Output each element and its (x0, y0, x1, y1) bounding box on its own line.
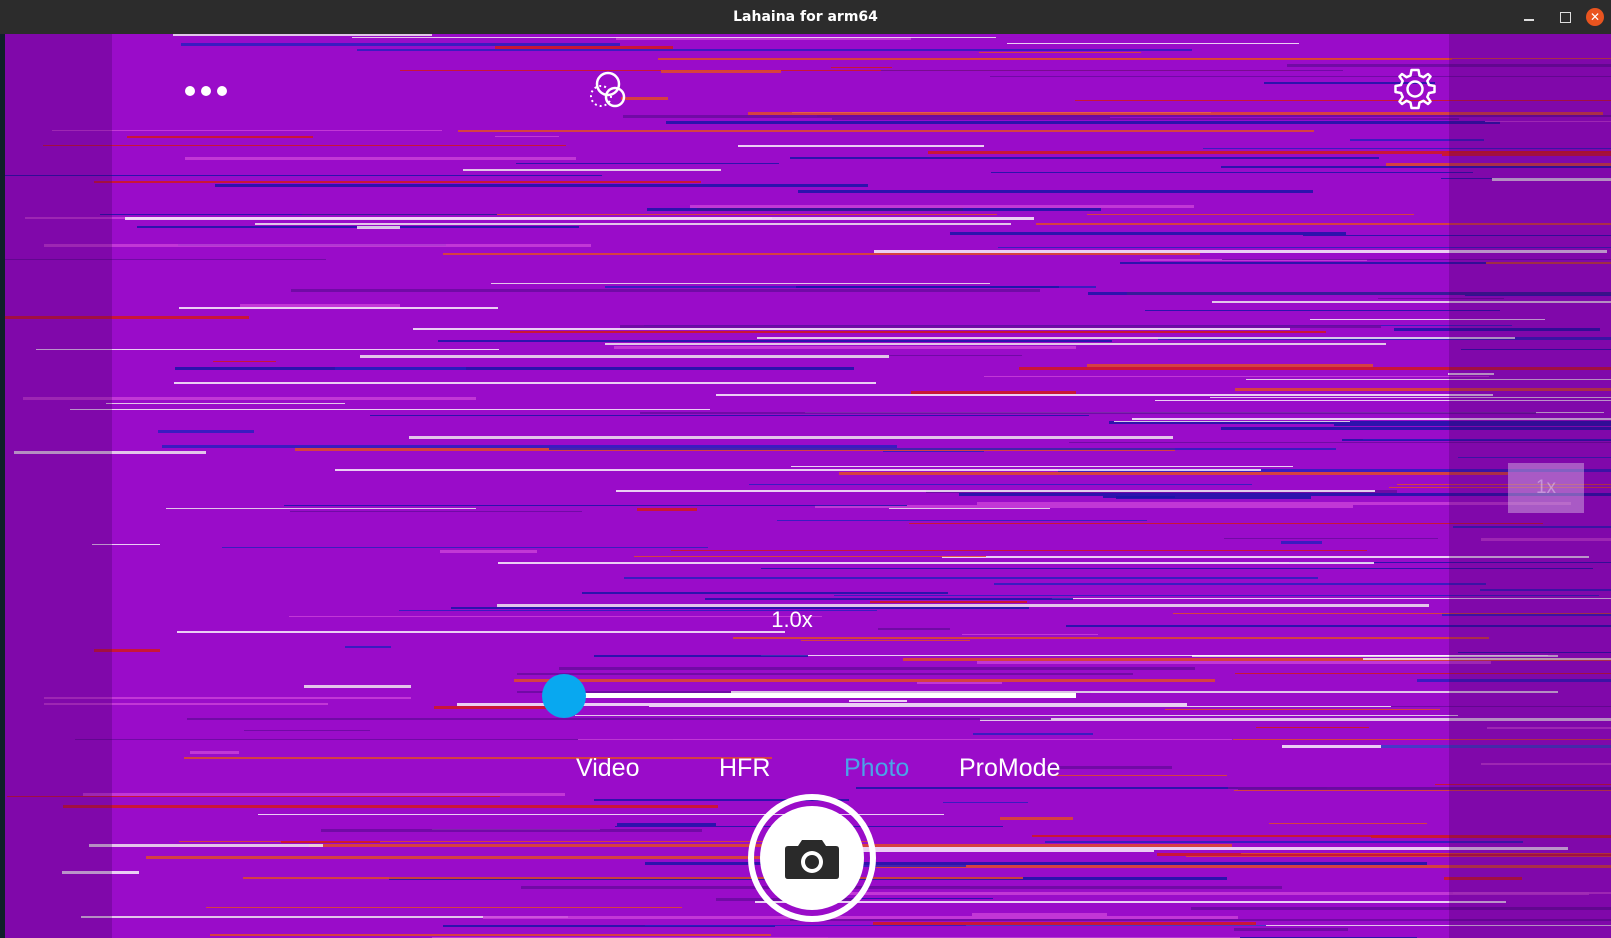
zoom-slider-track[interactable] (562, 693, 1076, 698)
close-icon: ✕ (1586, 8, 1604, 26)
mode-selector: Video HFR Photo ProMode (0, 754, 1611, 788)
zoom-toggle-button[interactable]: 1x (1508, 463, 1584, 513)
mode-hfr[interactable]: HFR (719, 754, 770, 783)
mode-promode[interactable]: ProMode (959, 754, 1060, 783)
minimize-icon (1524, 19, 1534, 21)
camera-preview[interactable]: 1x 1.0x Video HFR Photo ProMode (0, 34, 1611, 938)
title-bar: Lahaina for arm64 ✕ (0, 0, 1611, 34)
mode-photo[interactable]: Photo (844, 754, 909, 783)
left-panel-shade (5, 34, 112, 938)
zoom-level-label: 1.0x (771, 607, 813, 632)
gear-icon (1394, 68, 1436, 110)
close-button[interactable]: ✕ (1584, 0, 1606, 34)
zoom-slider[interactable] (540, 674, 1076, 718)
more-dots-icon (185, 86, 227, 96)
filter-circles-icon (590, 71, 626, 108)
mode-video[interactable]: Video (576, 754, 640, 783)
minimize-button[interactable] (1514, 0, 1544, 34)
zoom-slider-thumb[interactable] (542, 674, 586, 718)
shutter-inner (760, 806, 864, 910)
maximize-button[interactable] (1550, 0, 1580, 34)
more-options-button[interactable] (180, 78, 234, 104)
window-title: Lahaina for arm64 (733, 9, 878, 25)
app-window: Lahaina for arm64 ✕ 1x 1.0x Video HFR Ph… (0, 0, 1611, 938)
settings-button[interactable] (1390, 64, 1440, 114)
camera-icon (785, 840, 839, 879)
filter-button[interactable] (586, 68, 634, 116)
shutter-button[interactable] (748, 794, 876, 922)
maximize-icon (1559, 11, 1571, 23)
